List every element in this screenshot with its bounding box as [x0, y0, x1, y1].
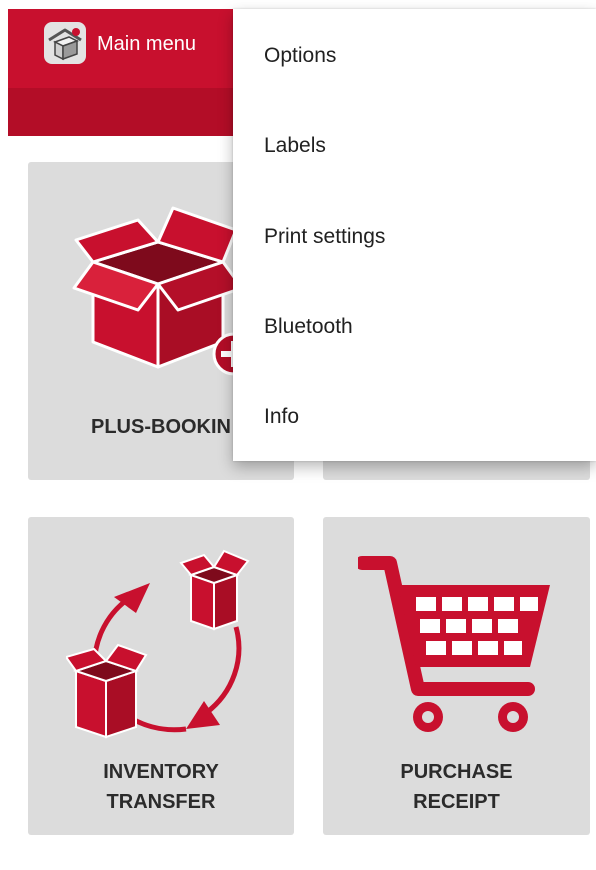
menu-item-options[interactable]: Options [233, 11, 596, 101]
shopping-cart-icon [358, 556, 550, 732]
purchase-receipt-label-line2: RECEIPT [413, 791, 500, 813]
overflow-menu: Options Labels Print settings Bluetooth … [233, 9, 596, 461]
menu-item-labels[interactable]: Labels [233, 101, 596, 191]
inventory-transfer-label-line1: INVENTORY [103, 761, 219, 783]
menu-item-bluetooth[interactable]: Bluetooth [233, 282, 596, 372]
page-title: Main menu [97, 33, 196, 55]
purchase-receipt-tile[interactable]: PURCHASE RECEIPT [323, 517, 590, 835]
inventory-transfer-label-line2: TRANSFER [106, 791, 216, 813]
inventory-transfer-tile[interactable]: INVENTORY TRANSFER [28, 517, 294, 835]
open-box-plus-icon [72, 206, 248, 376]
menu-item-print-settings[interactable]: Print settings [233, 192, 596, 282]
menu-item-info[interactable]: Info [233, 372, 596, 462]
warehouse-box-icon[interactable] [43, 21, 87, 65]
purchase-receipt-label-line1: PURCHASE [400, 761, 513, 783]
box-transfer-cycle-icon [66, 549, 250, 739]
